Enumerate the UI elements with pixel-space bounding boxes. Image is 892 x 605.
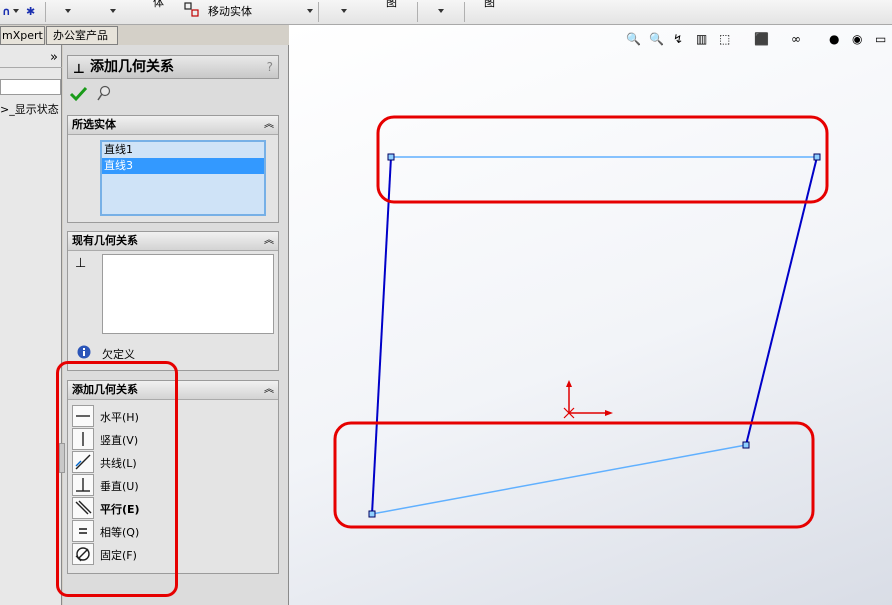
- highlight-annotation-bottom-line: [333, 421, 815, 529]
- feature-tree-pane: » >_显示状态: [0, 45, 62, 605]
- highlight-annotation-add-relations: [56, 361, 178, 597]
- dropdown-arrow-icon[interactable]: [341, 9, 347, 13]
- expand-panel-icon[interactable]: »: [50, 50, 58, 65]
- info-icon: [77, 345, 91, 359]
- relation-perpendicular-icon: ⊥: [75, 256, 87, 271]
- star-icon[interactable]: ✱: [26, 3, 35, 21]
- dropdown-arrow-icon[interactable]: [13, 9, 19, 13]
- toolbar-divider: [45, 2, 46, 22]
- sketch-icon[interactable]: ∩: [2, 3, 11, 21]
- property-manager: ⊥ 添加几何关系 ? 所选实体 ︽ 直线1 直线3 现有几何关系 ︽ ⊥ 欠定义…: [56, 45, 289, 605]
- selected-entities-group: 所选实体 ︽ 直线1 直线3: [67, 115, 279, 223]
- sketch-point[interactable]: [387, 153, 395, 161]
- graphics-area[interactable]: 🔍 🔍 ↯ ▥ ⬚ ⬛ ∞ ● ◉ ▭: [289, 25, 892, 605]
- display-state-item[interactable]: >_显示状态: [0, 101, 59, 117]
- page-title: 添加几何关系: [90, 59, 174, 75]
- selected-entities-list[interactable]: 直线1 直线3: [100, 140, 266, 216]
- sketch-line-right[interactable]: [745, 156, 818, 446]
- dropdown-arrow-icon[interactable]: [307, 9, 313, 13]
- dropdown-arrow-icon[interactable]: [65, 9, 71, 13]
- group-header[interactable]: 现有几何关系 ︽: [68, 232, 278, 251]
- collapse-chevron-icon[interactable]: ︽: [264, 116, 274, 134]
- sketch-point[interactable]: [368, 510, 376, 518]
- toolbar-divider: [464, 2, 465, 22]
- toolbar-label-truncated: 图: [484, 0, 495, 9]
- group-title: 所选实体: [72, 118, 116, 131]
- toolbar-divider: [318, 2, 319, 22]
- tab-office-products[interactable]: 办公室产品: [46, 26, 118, 45]
- sketch-line-bottom[interactable]: [371, 444, 747, 515]
- definition-status: 欠定义: [102, 348, 135, 361]
- list-item[interactable]: 直线3: [102, 158, 264, 174]
- highlight-annotation-top-line: [376, 115, 829, 204]
- dropdown-arrow-icon[interactable]: [438, 9, 444, 13]
- group-title: 现有几何关系: [72, 234, 138, 247]
- sketch-point[interactable]: [813, 153, 821, 161]
- collapse-chevron-icon[interactable]: ︽: [264, 232, 274, 250]
- move-entities-button[interactable]: 移动实体: [208, 3, 252, 21]
- command-toolbar: ∩ ✱ 体 移动实体 图 图: [0, 0, 892, 25]
- pushpin-icon[interactable]: [96, 85, 112, 103]
- sketch-line-left[interactable]: [371, 156, 392, 515]
- existing-relations-group: 现有几何关系 ︽ ⊥ 欠定义: [67, 231, 279, 371]
- dropdown-arrow-icon[interactable]: [110, 9, 116, 13]
- tab-simulationxpert[interactable]: mXpert: [0, 26, 45, 45]
- move-entities-icon[interactable]: [184, 2, 200, 18]
- tree-filter-input[interactable]: [0, 79, 61, 95]
- sketch-canvas: [333, 115, 829, 529]
- help-icon[interactable]: ?: [267, 56, 273, 78]
- sketch-origin-icon: [563, 380, 613, 419]
- collapse-chevron-icon[interactable]: ︽: [264, 381, 274, 399]
- manager-tabs: mXpert 办公室产品: [0, 25, 289, 45]
- perpendicular-icon: ⊥: [73, 62, 85, 77]
- existing-relations-list[interactable]: [102, 254, 274, 334]
- toolbar-divider: [417, 2, 418, 22]
- toolbar-label-truncated: 体: [153, 0, 164, 9]
- ok-checkmark-icon[interactable]: [69, 85, 89, 103]
- group-header[interactable]: 所选实体 ︽: [68, 116, 278, 135]
- list-item[interactable]: 直线1: [102, 142, 264, 158]
- toolbar-label-truncated: 图: [386, 0, 397, 9]
- property-manager-title: ⊥ 添加几何关系 ?: [67, 55, 279, 79]
- tree-header: »: [0, 50, 62, 68]
- sketch-point[interactable]: [742, 441, 750, 449]
